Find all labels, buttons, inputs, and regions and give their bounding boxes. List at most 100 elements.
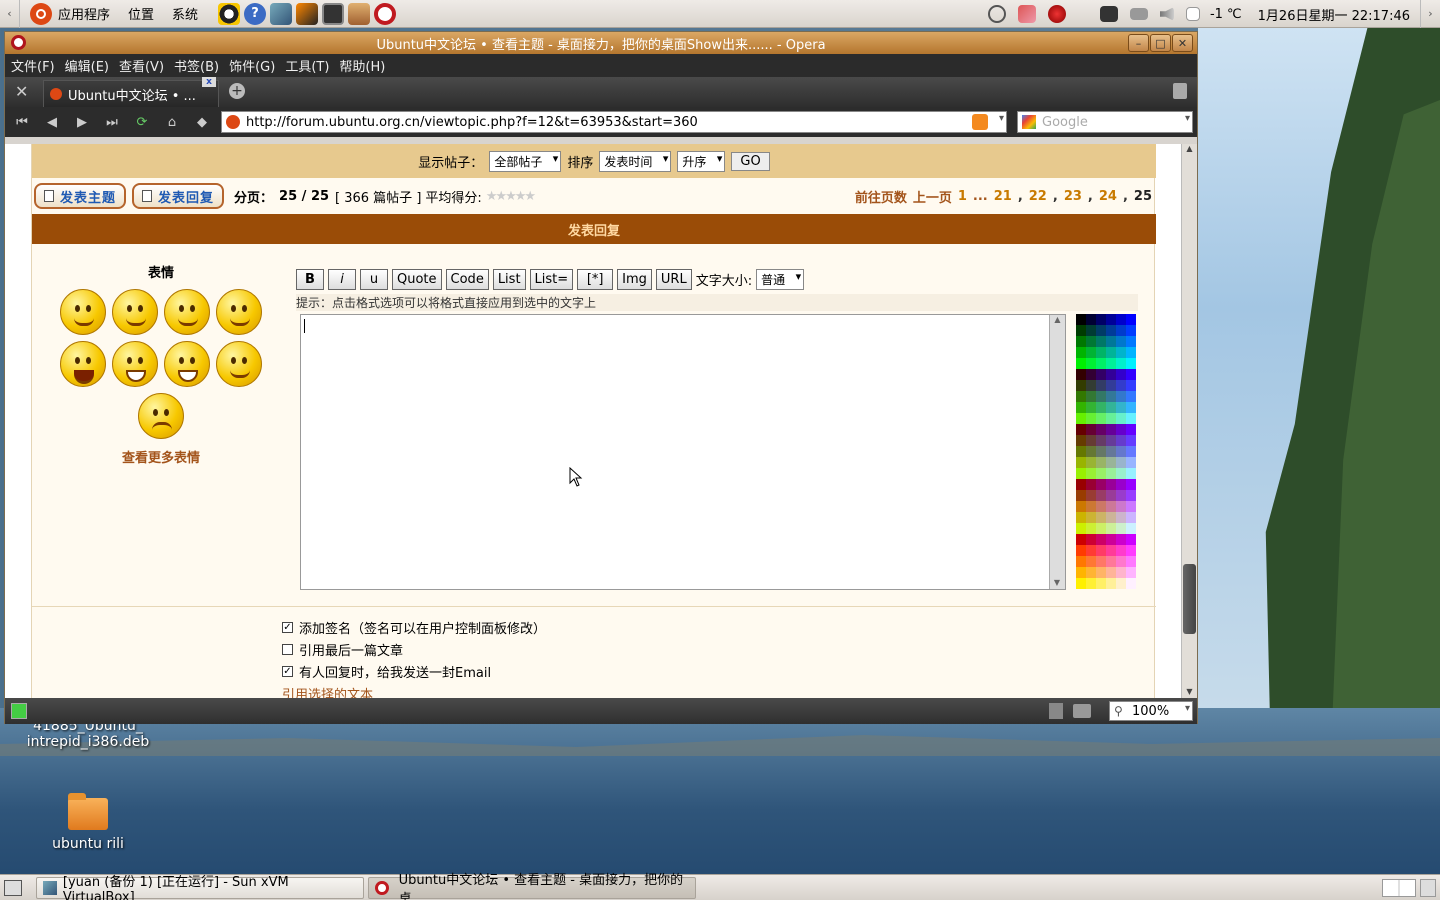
color-swatch[interactable] <box>1106 358 1116 369</box>
new-topic-button[interactable]: 发表主题 <box>34 183 127 209</box>
page-link[interactable]: 23 <box>1064 189 1082 204</box>
color-swatch[interactable] <box>1096 567 1106 578</box>
image-button[interactable]: Img <box>617 268 652 290</box>
color-swatch[interactable] <box>1076 358 1086 369</box>
trash-applet-icon[interactable] <box>1420 879 1436 897</box>
color-swatch[interactable] <box>1126 512 1136 523</box>
color-swatch[interactable] <box>1106 523 1116 534</box>
list-item-button[interactable]: [*] <box>577 268 614 290</box>
smiley-icon[interactable] <box>164 289 210 335</box>
task-virtualbox[interactable]: [yuan (备份 1) [正在运行] - Sun xVM VirtualBox… <box>36 875 364 900</box>
reload-icon[interactable]: ⟳ <box>129 111 155 133</box>
color-swatch[interactable] <box>1096 435 1106 446</box>
color-swatch[interactable] <box>1096 523 1106 534</box>
new-tab-icon[interactable]: + <box>229 83 245 99</box>
camera-icon[interactable] <box>1073 704 1091 718</box>
color-swatch[interactable] <box>1096 402 1106 413</box>
color-swatch[interactable] <box>1116 314 1126 325</box>
color-swatch[interactable] <box>1106 424 1116 435</box>
message-textarea[interactable]: ▲ ▼ <box>300 314 1066 590</box>
color-swatch[interactable] <box>1116 446 1126 457</box>
virtualbox-icon[interactable] <box>270 2 293 25</box>
page-info-icon[interactable] <box>1049 703 1063 719</box>
checkbox-checked-icon[interactable]: ✓ <box>282 665 293 677</box>
color-swatch[interactable] <box>1076 446 1086 457</box>
update-icon[interactable] <box>1017 5 1036 23</box>
color-swatch[interactable] <box>1106 325 1116 336</box>
color-swatch[interactable] <box>1116 358 1126 369</box>
color-swatch[interactable] <box>1096 391 1106 402</box>
color-swatch[interactable] <box>1086 413 1096 424</box>
menu-edit[interactable]: 编辑(E) <box>65 56 109 75</box>
smiley-icon[interactable] <box>112 289 158 335</box>
color-swatch[interactable] <box>1126 457 1136 468</box>
panel-scroll-left-icon[interactable]: ‹ <box>0 0 20 28</box>
color-swatch[interactable] <box>1086 347 1096 358</box>
rss-icon[interactable] <box>972 114 988 130</box>
color-swatch[interactable] <box>1086 523 1096 534</box>
color-swatch[interactable] <box>1076 413 1086 424</box>
color-swatch[interactable] <box>1116 490 1126 501</box>
color-swatch[interactable] <box>1126 545 1136 556</box>
ubuntu-logo-icon[interactable] <box>30 2 52 25</box>
menu-file[interactable]: 文件(F) <box>11 56 55 75</box>
color-swatch[interactable] <box>1116 545 1126 556</box>
color-swatch[interactable] <box>1076 369 1086 380</box>
color-swatch[interactable] <box>1086 424 1096 435</box>
color-swatch[interactable] <box>1106 314 1116 325</box>
color-swatch[interactable] <box>1096 314 1106 325</box>
color-swatch[interactable] <box>1116 413 1126 424</box>
option-email-notify[interactable]: ✓ 有人回复时，给我发送一封Email <box>282 660 546 682</box>
terminal-icon[interactable] <box>322 2 345 25</box>
color-swatch[interactable] <box>1126 391 1136 402</box>
settings-icon[interactable] <box>348 2 371 25</box>
color-swatch[interactable] <box>1076 347 1086 358</box>
smiley-icon[interactable] <box>60 341 106 387</box>
color-swatch[interactable] <box>1086 479 1096 490</box>
color-swatch[interactable] <box>1106 490 1116 501</box>
color-swatch[interactable] <box>1116 402 1126 413</box>
option-attach-signature[interactable]: ✓ 添加签名（签名可以在用户控制面板修改） <box>282 616 546 638</box>
color-swatch[interactable] <box>1126 336 1136 347</box>
page-link-first[interactable]: 1 <box>958 189 967 204</box>
quote-button[interactable]: Quote <box>392 268 442 290</box>
power-icon[interactable] <box>987 5 1006 23</box>
color-swatch[interactable] <box>1126 435 1136 446</box>
smiley-icon[interactable] <box>60 289 106 335</box>
color-swatch[interactable] <box>1116 523 1126 534</box>
close-button[interactable]: ✕ <box>1172 34 1193 52</box>
menu-places[interactable]: 位置 <box>128 4 154 23</box>
color-swatch[interactable] <box>1116 578 1126 589</box>
color-swatch[interactable] <box>1076 457 1086 468</box>
color-swatch[interactable] <box>1086 501 1096 512</box>
search-box[interactable]: Google ▾ <box>1017 111 1193 133</box>
color-swatch[interactable] <box>1126 523 1136 534</box>
address-dropdown-icon[interactable]: ▾ <box>999 113 1004 124</box>
color-swatch[interactable] <box>1086 490 1096 501</box>
notification-icon[interactable] <box>1047 5 1066 23</box>
color-swatch[interactable] <box>1096 336 1106 347</box>
color-swatch[interactable] <box>1096 501 1106 512</box>
color-swatch[interactable] <box>1086 534 1096 545</box>
home-icon[interactable]: ⌂ <box>159 111 185 133</box>
color-swatch[interactable] <box>1086 391 1096 402</box>
color-swatch[interactable] <box>1096 534 1106 545</box>
color-swatch[interactable] <box>1126 446 1136 457</box>
color-swatch[interactable] <box>1096 479 1106 490</box>
color-swatch[interactable] <box>1116 369 1126 380</box>
color-swatch[interactable] <box>1076 336 1086 347</box>
font-size-select[interactable]: 普通 <box>756 268 805 290</box>
color-swatch[interactable] <box>1106 534 1116 545</box>
scroll-up-icon[interactable]: ▲ <box>1050 315 1065 324</box>
color-swatch[interactable] <box>1116 336 1126 347</box>
color-swatch[interactable] <box>1096 413 1106 424</box>
task-opera[interactable]: Ubuntu中文论坛 • 查看主题 - 桌面接力，把你的桌... <box>368 873 696 900</box>
menu-system[interactable]: 系统 <box>172 4 198 23</box>
color-swatch[interactable] <box>1126 380 1136 391</box>
color-swatch[interactable] <box>1126 490 1136 501</box>
menu-applications[interactable]: 应用程序 <box>58 4 110 23</box>
goto-page-link[interactable]: 前往页数 <box>855 187 907 206</box>
color-swatch[interactable] <box>1116 567 1126 578</box>
color-swatch[interactable] <box>1126 501 1136 512</box>
smiley-icon[interactable] <box>216 289 262 335</box>
